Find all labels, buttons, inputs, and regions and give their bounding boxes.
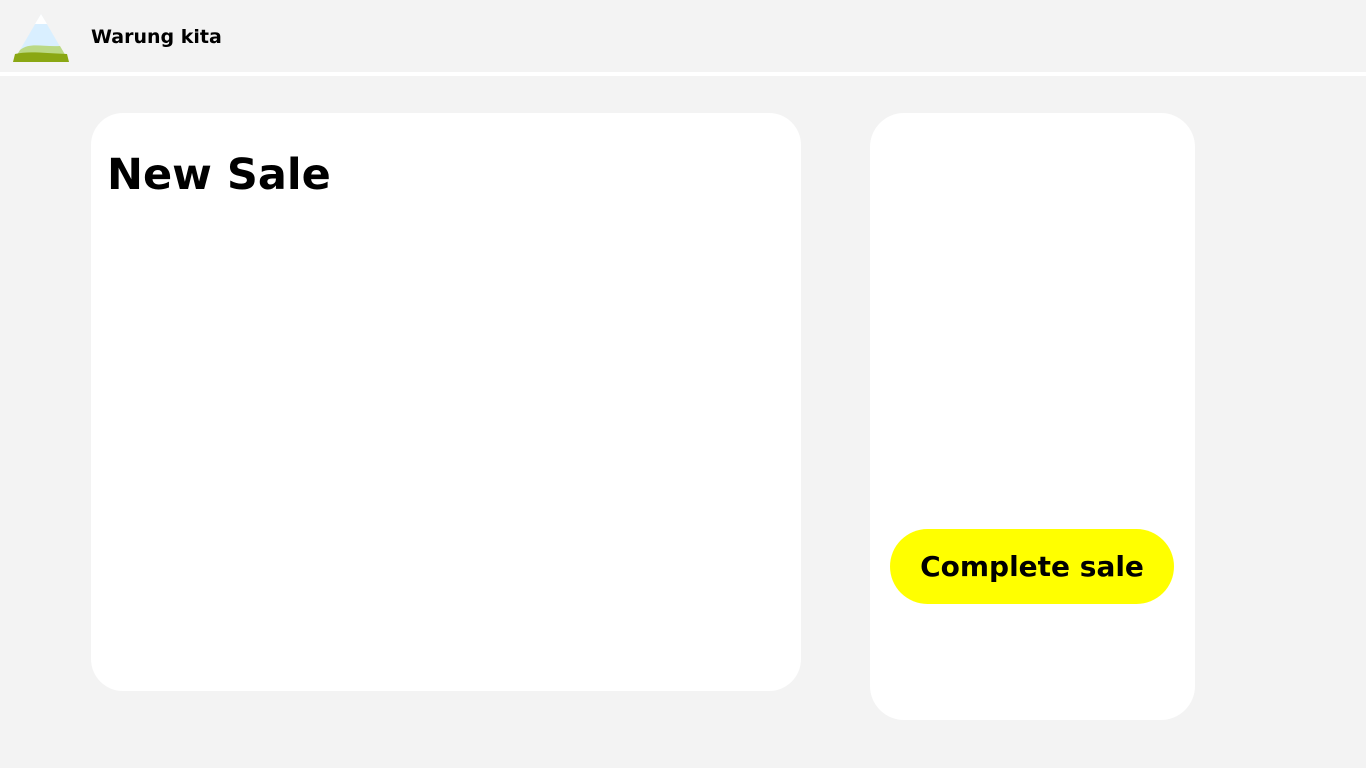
pos-app: Warung kita New Sale Complete sale bbox=[0, 0, 1366, 768]
new-sale-panel: New Sale bbox=[91, 113, 801, 691]
mountain-logo-icon bbox=[13, 14, 69, 62]
page-title: New Sale bbox=[107, 150, 331, 200]
complete-sale-button[interactable]: Complete sale bbox=[890, 529, 1174, 604]
store-name: Warung kita bbox=[91, 26, 222, 48]
top-header: Warung kita bbox=[0, 0, 1366, 72]
sale-summary-panel: Complete sale bbox=[870, 113, 1195, 720]
header-divider bbox=[0, 72, 1366, 76]
